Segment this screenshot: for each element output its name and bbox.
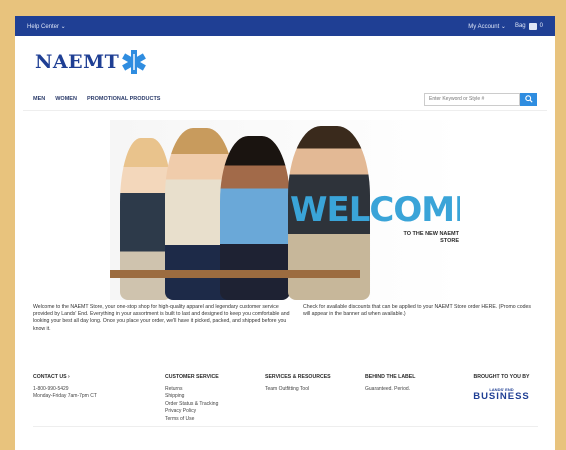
- customer-service-heading: CUSTOMER SERVICE: [165, 374, 219, 380]
- footer-brought-by: BROUGHT TO YOU BY LANDS' END BUSINESS: [465, 374, 538, 423]
- footer-link-order-status[interactable]: Order Status & Tracking: [165, 401, 265, 409]
- bag-count: 0: [539, 23, 543, 29]
- account-area: My Account ⌄ Bag 0: [468, 22, 543, 30]
- info-section: Welcome to the NAEMT Store, your one-sto…: [33, 304, 538, 333]
- nav-divider: [23, 110, 547, 111]
- top-utility-bar: Help Center ⌄ My Account ⌄ Bag 0: [15, 16, 555, 36]
- footer: CONTACT US › 1-800-990-5429 Monday-Frida…: [33, 374, 538, 423]
- footer-contact: CONTACT US › 1-800-990-5429 Monday-Frida…: [33, 374, 165, 423]
- brought-by-heading: BROUGHT TO YOU BY: [473, 374, 530, 380]
- naemt-logo-text[interactable]: NAEMT: [35, 51, 119, 73]
- welcome-hero-banner[interactable]: WELCOME TO THE NEW NAEMT STORE: [110, 120, 460, 300]
- contact-heading[interactable]: CONTACT US ›: [33, 374, 165, 382]
- store-page: Help Center ⌄ My Account ⌄ Bag 0 NAEMT M…: [15, 16, 555, 450]
- help-center-menu[interactable]: Help Center ⌄: [27, 23, 66, 30]
- footer-services: SERVICES & RESOURCES Team Outfitting Too…: [265, 374, 365, 423]
- contact-phone[interactable]: 1-800-990-5429: [33, 386, 165, 394]
- nav-item-promotional-products[interactable]: PROMOTIONAL PRODUCTS: [87, 96, 161, 102]
- nav-item-women[interactable]: WOMEN: [55, 96, 77, 102]
- footer-divider: [33, 426, 538, 427]
- footer-link-guarantee[interactable]: Guaranteed. Period.: [365, 386, 465, 394]
- main-navigation: MEN WOMEN PROMOTIONAL PRODUCTS: [15, 88, 555, 110]
- bag-icon: [528, 22, 537, 30]
- behind-label-heading: BEHIND THE LABEL: [365, 374, 416, 380]
- contact-hours: Monday-Friday 7am-7pm CT: [33, 393, 97, 399]
- search-button[interactable]: [520, 92, 537, 106]
- bench: [110, 270, 360, 278]
- logo-area: NAEMT: [15, 36, 555, 88]
- welcome-headline: WELCOME: [290, 190, 460, 230]
- nav-item-men[interactable]: MEN: [33, 96, 45, 102]
- footer-link-returns[interactable]: Returns: [165, 386, 265, 394]
- footer-customer-service: CUSTOMER SERVICE Returns Shipping Order …: [165, 374, 265, 423]
- footer-link-privacy[interactable]: Privacy Policy: [165, 408, 265, 416]
- footer-link-team-outfitting[interactable]: Team Outfitting Tool: [265, 386, 365, 394]
- bag-label: Bag: [514, 23, 526, 29]
- services-heading: SERVICES & RESOURCES: [265, 374, 331, 380]
- welcome-message: Welcome to the NAEMT Store, your one-sto…: [33, 304, 290, 332]
- footer-link-shipping[interactable]: Shipping: [165, 393, 265, 401]
- welcome-subline: TO THE NEW NAEMT STORE: [403, 231, 459, 244]
- footer-behind-label: BEHIND THE LABEL Guaranteed. Period.: [365, 374, 465, 423]
- search-box: [424, 92, 537, 106]
- search-icon: [524, 95, 533, 103]
- discount-message[interactable]: Check for available discounts that can b…: [303, 304, 533, 333]
- shopping-bag-button[interactable]: Bag 0: [514, 22, 543, 30]
- search-input[interactable]: [424, 92, 520, 106]
- business-logo: BUSINESS: [473, 391, 530, 402]
- footer-link-terms[interactable]: Terms of Use: [165, 416, 265, 424]
- star-of-life-icon: [122, 50, 147, 74]
- my-account-menu[interactable]: My Account ⌄: [468, 23, 506, 30]
